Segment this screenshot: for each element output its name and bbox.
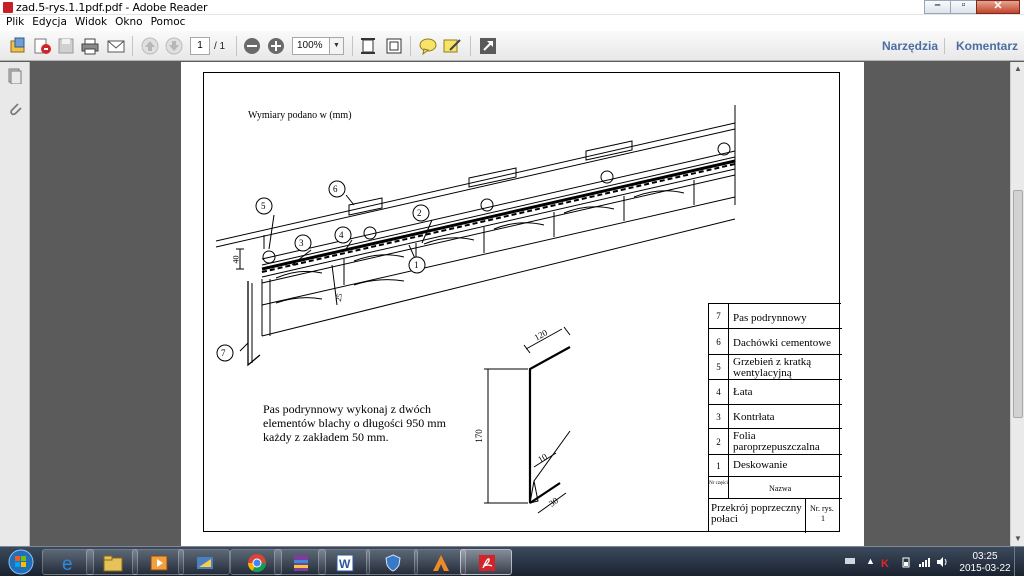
show-hidden-icons-icon[interactable] [844, 555, 856, 567]
email-icon[interactable] [106, 36, 126, 56]
zoom-out-icon[interactable] [242, 36, 262, 56]
tray-up-arrow-icon[interactable]: ▲ [866, 556, 878, 568]
taskbar-adobe-reader[interactable] [460, 549, 512, 575]
legend-row: 2 Folia paroprzepuszczalna [709, 429, 842, 455]
page-number-input[interactable]: 1 [190, 37, 210, 55]
toolbar-separator [410, 36, 411, 56]
clock-time[interactable]: 03:25 [966, 551, 1004, 562]
previous-page-icon[interactable] [140, 36, 160, 56]
create-pdf-icon[interactable] [32, 36, 52, 56]
highlight-icon[interactable] [442, 36, 462, 56]
units-note: Wymiary podano w (mm) [248, 110, 352, 121]
taskbar-explorer[interactable] [86, 549, 138, 575]
note-text: Pas podrynnowy wykonaj z dwóch elementów… [263, 402, 446, 444]
callout-label-4: 4 [339, 230, 344, 240]
callout-label-6: 6 [333, 184, 338, 194]
attachments-icon[interactable] [7, 100, 23, 116]
pdf-page: Wymiary podano w (mm) 6 5 2 3 4 1 7 40 2… [181, 62, 864, 546]
close-button[interactable]: ✕ [976, 0, 1020, 14]
svg-text:e: e [62, 554, 73, 573]
svg-text:K: K [881, 558, 889, 568]
menu-view[interactable]: Widok [75, 15, 107, 31]
maximize-button[interactable]: ▫ [950, 0, 977, 14]
window-controls: – ▫ ✕ [924, 0, 1020, 14]
callout-label-2: 2 [417, 208, 422, 218]
open-icon[interactable] [8, 36, 28, 56]
vertical-scrollbar[interactable]: ▲ ▼ [1010, 62, 1024, 546]
chevron-down-icon[interactable]: ▼ [329, 38, 343, 54]
callout-label-7: 7 [221, 348, 226, 358]
callout-label-5: 5 [261, 201, 266, 211]
svg-text:W: W [339, 557, 351, 571]
note-line-3: każdy z zakładem 50 mm. [263, 430, 389, 444]
taskbar-security[interactable] [366, 549, 418, 575]
comment-button[interactable]: Komentarz [956, 39, 1018, 53]
taskbar-app[interactable] [178, 549, 230, 575]
menu-help[interactable]: Pomoc [151, 15, 186, 31]
menu-window[interactable]: Okno [115, 15, 142, 31]
fit-width-icon[interactable] [384, 36, 404, 56]
window-title: zad.5-rys.1.1pdf.pdf - Adobe Reader [16, 1, 208, 14]
legend-row: 3 Kontrłata [709, 405, 842, 429]
next-page-icon[interactable] [164, 36, 184, 56]
dimension-170: 170 [473, 429, 484, 443]
taskbar-autocad[interactable] [414, 549, 466, 575]
legend-row: 4 Łata [709, 380, 842, 405]
dimension-40: 40 [231, 255, 241, 264]
legend-row: 1 Deskowanie [709, 455, 842, 477]
taskbar-word[interactable]: W [318, 549, 370, 575]
tools-button[interactable]: Narzędzia [882, 39, 938, 53]
menu-bar: Plik Edycja Widok Okno Pomoc [0, 15, 1024, 31]
network-icon[interactable] [918, 556, 930, 568]
legend-row: 5 Grzebień z kratką wentylacyjną [709, 355, 842, 380]
expand-icon[interactable] [478, 36, 498, 56]
fit-page-icon[interactable] [358, 36, 378, 56]
zoom-in-icon[interactable] [266, 36, 286, 56]
start-button[interactable] [2, 548, 40, 576]
scroll-up-icon[interactable]: ▲ [1012, 62, 1024, 76]
zoom-value: 100% [297, 40, 323, 51]
taskbar: e W ▲ K 03:25 2015-03-22 [0, 546, 1024, 576]
drawing-frame: Wymiary podano w (mm) 6 5 2 3 4 1 7 40 2… [203, 72, 842, 533]
menu-file[interactable]: Plik [6, 15, 24, 31]
legend-row: 7 Pas podrynnowy [709, 304, 842, 329]
page-total: / 1 [214, 41, 226, 52]
show-desktop-button[interactable] [1014, 547, 1024, 576]
toolbar-separator [132, 36, 133, 56]
clock-date[interactable]: 2015-03-22 [956, 563, 1014, 574]
toolbar-separator [470, 36, 471, 56]
callout-label-3: 3 [299, 238, 304, 248]
minimize-button[interactable]: – [924, 0, 951, 14]
navigation-pane [0, 62, 30, 546]
title-bar: zad.5-rys.1.1pdf.pdf - Adobe Reader – ▫ … [0, 0, 1024, 15]
toolbar-separator [352, 36, 353, 56]
battery-icon[interactable] [900, 556, 912, 568]
print-icon[interactable] [80, 36, 100, 56]
note-line-1: Pas podrynnowy wykonaj z dwóch [263, 402, 431, 416]
legend-header-row: Nr części Nazwa [709, 477, 842, 499]
scrollbar-thumb[interactable] [1013, 190, 1023, 418]
page-thumbnails-icon[interactable] [7, 68, 23, 85]
callout-label-1: 1 [414, 260, 419, 270]
note-line-2: elementów blachy o długości 950 mm [263, 416, 446, 430]
scroll-down-icon[interactable]: ▼ [1012, 532, 1024, 546]
toolbar-separator [944, 38, 945, 54]
dimension-25: 25 [333, 292, 345, 303]
comment-icon[interactable] [418, 36, 438, 56]
legend-title-row: Przekrój poprzeczny połaci Nr. rys. 1 [709, 499, 842, 533]
document-viewer[interactable]: Wymiary podano w (mm) 6 5 2 3 4 1 7 40 2… [31, 62, 1010, 546]
tray-antivirus-icon[interactable]: K [880, 556, 892, 570]
adobe-reader-icon [3, 2, 13, 13]
legend-row: 6 Dachówki cementowe [709, 329, 842, 355]
parts-legend-table: 7 Pas podrynnowy 6 Dachówki cementowe 5 … [708, 303, 842, 533]
toolbar-separator [236, 36, 237, 56]
toolbar: 1 / 1 100% ▼ Narzędzia Komentarz [0, 31, 1024, 61]
legend-divider [805, 499, 806, 533]
taskbar-media-player[interactable] [132, 549, 184, 575]
menu-edit[interactable]: Edycja [32, 15, 67, 31]
volume-icon[interactable] [936, 556, 948, 568]
zoom-select[interactable]: 100% ▼ [292, 37, 344, 55]
save-icon[interactable] [56, 36, 76, 56]
